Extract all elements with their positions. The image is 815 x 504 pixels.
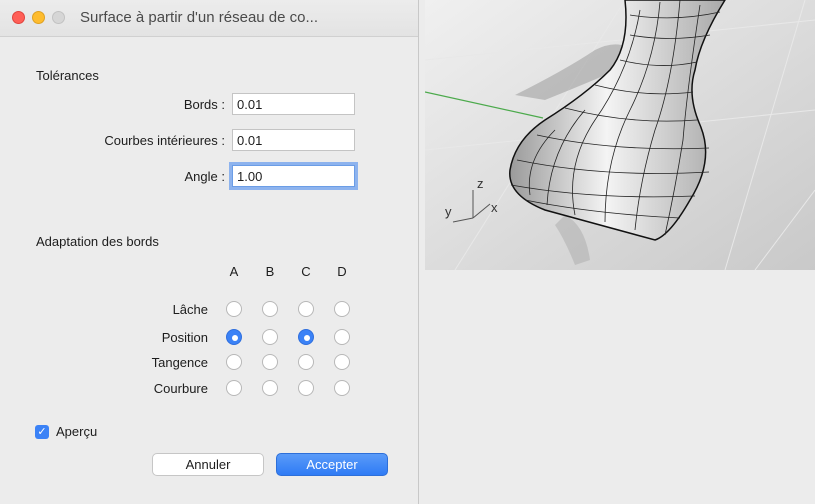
preview-checkbox[interactable]: ✓ — [35, 425, 49, 439]
position-d-radio[interactable] — [334, 329, 350, 345]
edge-matching-heading: Adaptation des bords — [36, 234, 159, 249]
tangency-a-radio[interactable] — [226, 354, 242, 370]
zoom-button[interactable] — [52, 11, 65, 24]
position-b-radio[interactable] — [262, 329, 278, 345]
minimize-button[interactable] — [32, 11, 45, 24]
position-a-radio[interactable] — [226, 329, 242, 345]
angle-tolerance-input[interactable] — [229, 162, 358, 190]
row-label-position: Position — [161, 330, 208, 345]
curvature-d-radio[interactable] — [334, 380, 350, 396]
column-d-header: D — [337, 264, 347, 279]
close-button[interactable] — [12, 11, 25, 24]
axis-z-label: z — [477, 176, 484, 191]
loose-b-radio[interactable] — [262, 301, 278, 317]
position-c-radio[interactable] — [298, 329, 314, 345]
3d-viewport[interactable]: z y x — [425, 0, 815, 270]
angle-label: Angle : — [184, 169, 225, 184]
column-a-header: A — [229, 264, 239, 279]
interior-curves-tolerance-input[interactable] — [232, 129, 355, 151]
edges-tolerance-input[interactable] — [232, 93, 355, 115]
cancel-button[interactable]: Annuler — [152, 453, 264, 476]
accept-button[interactable]: Accepter — [276, 453, 388, 476]
column-b-header: B — [265, 264, 275, 279]
loose-c-radio[interactable] — [298, 301, 314, 317]
axis-y-label: y — [445, 204, 452, 219]
tangency-d-radio[interactable] — [334, 354, 350, 370]
tolerances-heading: Tolérances — [36, 68, 99, 83]
row-label-tangency: Tangence — [151, 355, 208, 370]
column-c-header: C — [301, 264, 311, 279]
curvature-a-radio[interactable] — [226, 380, 242, 396]
row-label-curvature: Courbure — [153, 381, 208, 396]
edges-label: Bords : — [183, 97, 225, 112]
window-title: Surface à partir d'un réseau de co... — [80, 9, 319, 26]
viewport-render: z y x — [425, 0, 815, 270]
loose-a-radio[interactable] — [226, 301, 242, 317]
preview-label[interactable]: Aperçu — [56, 424, 97, 439]
interior-curves-label: Courbes intérieures : — [104, 133, 225, 148]
curvature-b-radio[interactable] — [262, 380, 278, 396]
tangency-b-radio[interactable] — [262, 354, 278, 370]
title-bar[interactable]: Surface à partir d'un réseau de co... — [0, 0, 418, 37]
row-label-loose: Lâche — [172, 302, 208, 317]
curvature-c-radio[interactable] — [298, 380, 314, 396]
loose-d-radio[interactable] — [334, 301, 350, 317]
axis-x-label: x — [491, 200, 498, 215]
surface-network-dialog: Surface à partir d'un réseau de co... To… — [0, 0, 419, 504]
tangency-c-radio[interactable] — [298, 354, 314, 370]
